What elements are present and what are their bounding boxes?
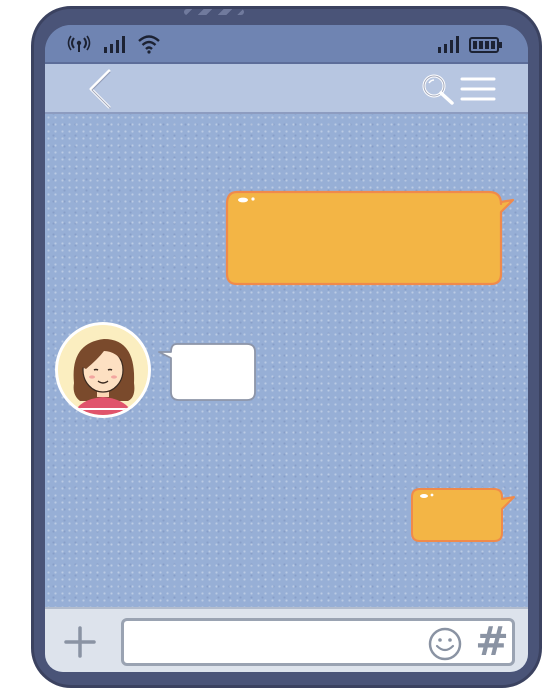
broadcast-icon (67, 35, 91, 58)
sent-message-bubble[interactable] (225, 190, 515, 293)
sent-message-bubble[interactable] (410, 487, 516, 550)
frame-highlight (184, 9, 244, 15)
signal-icon (103, 35, 127, 58)
wifi-icon (137, 34, 161, 59)
phone-screen: # (45, 25, 528, 672)
signal-icon (437, 35, 461, 58)
received-message-bubble[interactable] (157, 342, 259, 409)
smiley-icon[interactable] (427, 626, 463, 662)
status-bar (45, 25, 528, 64)
back-arrow-icon[interactable] (85, 68, 115, 115)
nav-bar (45, 64, 528, 114)
menu-icon[interactable] (459, 74, 497, 109)
battery-icon (469, 37, 503, 58)
contact-avatar[interactable] (55, 322, 151, 418)
chat-area (45, 114, 528, 607)
phone-frame: # (31, 6, 542, 688)
search-icon[interactable] (420, 72, 456, 111)
hashtag-icon[interactable]: # (473, 622, 511, 662)
input-bar: # (45, 607, 528, 672)
plus-icon[interactable] (63, 625, 97, 659)
